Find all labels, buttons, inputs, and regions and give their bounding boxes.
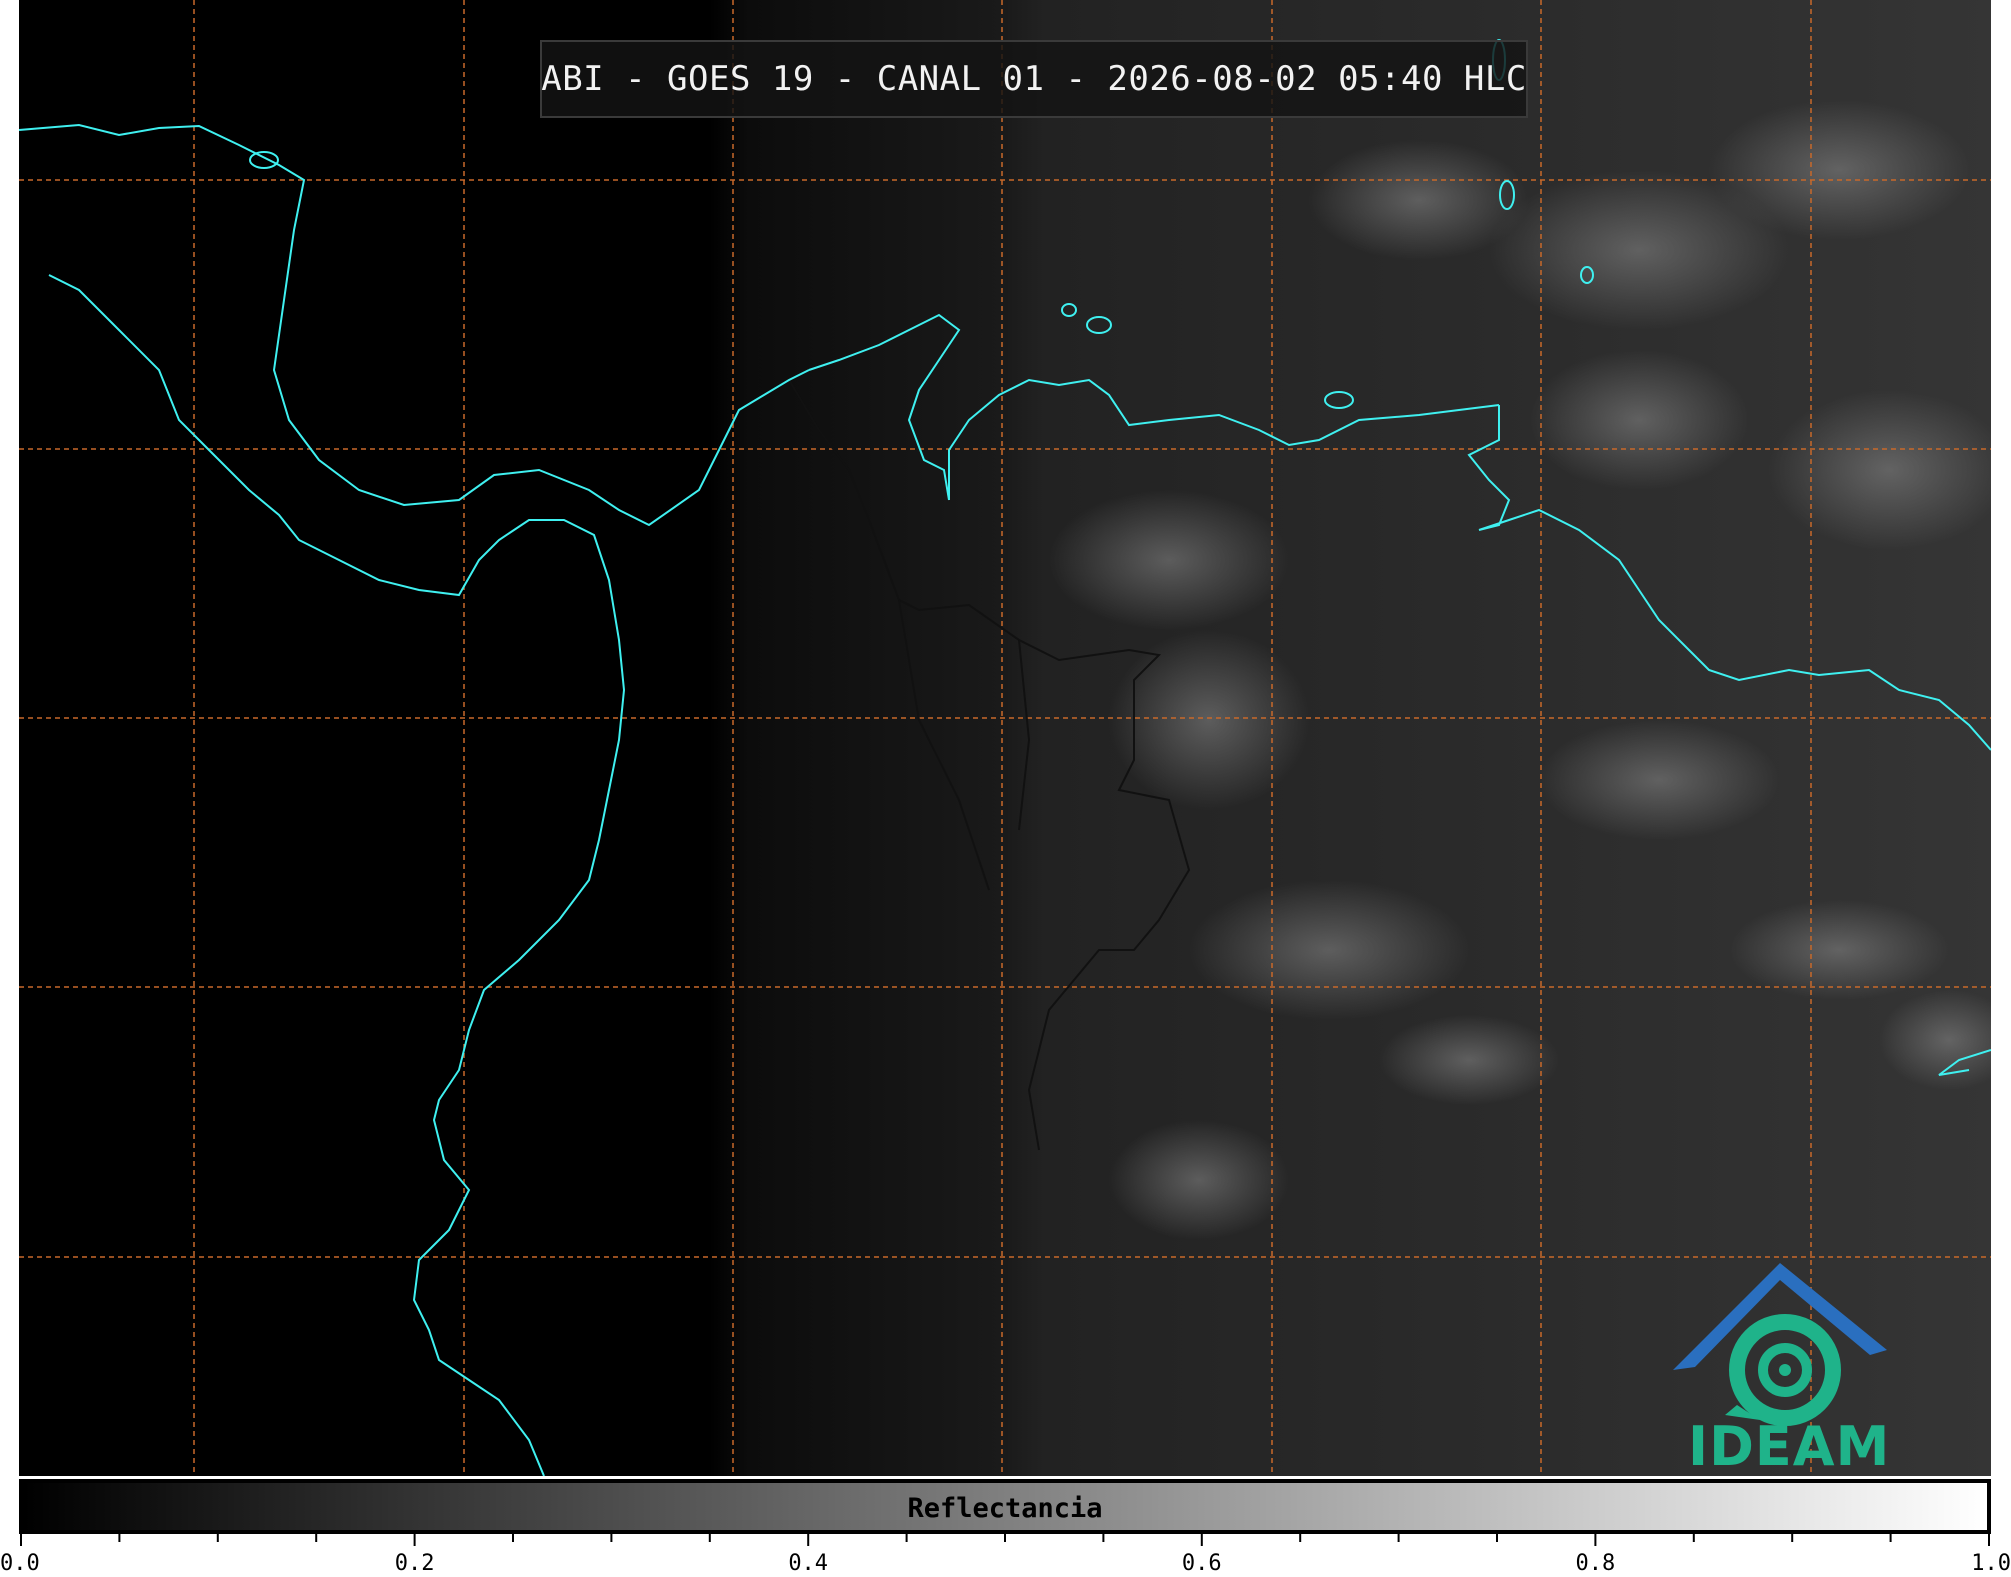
- colorbar-tick-label: 0.8: [1576, 1551, 1616, 1576]
- logo-wordmark: IDEAM: [1688, 1415, 1891, 1478]
- title-banner: ABI - GOES 19 - CANAL 01 - 2026-08-02 05…: [540, 40, 1528, 118]
- colorbar-tick-label: 0.4: [788, 1551, 828, 1576]
- colorbar-tick-label: 0.2: [395, 1551, 435, 1576]
- colorbar-tick-label: 1.0: [1971, 1551, 2011, 1576]
- colorbar-tick-label: 0.6: [1182, 1551, 1222, 1576]
- image-title: ABI - GOES 19 - CANAL 01 - 2026-08-02 05…: [541, 59, 1527, 99]
- colorbar-axis: 0.0 0.2 0.4 0.6 0.8 1.0: [0, 1534, 2011, 1576]
- colorbar-tick-label: 0.0: [0, 1551, 40, 1576]
- colorbar: Reflectancia: [19, 1479, 1991, 1534]
- colorbar-label: Reflectancia: [907, 1493, 1103, 1524]
